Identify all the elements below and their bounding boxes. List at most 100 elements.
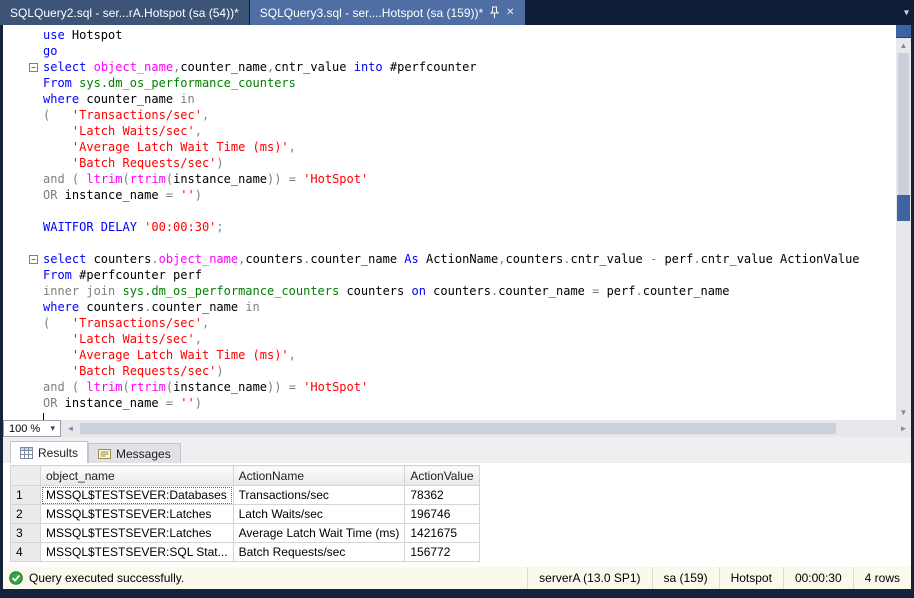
code-line[interactable]: [3, 411, 896, 420]
code-line[interactable]: 'Latch Waits/sec',: [3, 123, 896, 139]
grid-cell[interactable]: 156772: [405, 543, 480, 562]
grid-column-header-actionvalue[interactable]: ActionValue: [405, 466, 480, 486]
tab-results[interactable]: Results: [10, 441, 88, 463]
vscroll-thumb[interactable]: [898, 53, 909, 195]
scroll-right-icon[interactable]: ►: [896, 420, 911, 437]
code-line[interactable]: where counter_name in: [3, 91, 896, 107]
grid-corner-cell[interactable]: [11, 466, 41, 486]
hscroll-thumb[interactable]: [80, 423, 836, 434]
grid-row: 4MSSQL$TESTSEVER:SQL Stat...Batch Reques…: [11, 543, 480, 562]
grid-cell[interactable]: MSSQL$TESTSEVER:Databases: [41, 486, 234, 505]
code-line[interactable]: −select object_name,counter_name,cntr_va…: [3, 59, 896, 75]
code-line[interactable]: inner join sys.dm_os_performance_counter…: [3, 283, 896, 299]
fold-gutter: [3, 171, 43, 187]
splitter-handle-icon[interactable]: [896, 25, 911, 38]
sql-editor: use Hotspotgo−select object_name,counter…: [3, 25, 911, 420]
grid-row: 2MSSQL$TESTSEVER:LatchesLatch Waits/sec1…: [11, 505, 480, 524]
code-line[interactable]: ( 'Transactions/sec',: [3, 315, 896, 331]
fold-gutter: [3, 299, 43, 315]
code-line[interactable]: [3, 235, 896, 251]
tab-list-dropdown-icon[interactable]: ▾: [904, 7, 909, 18]
grid-cell[interactable]: Latch Waits/sec: [233, 505, 405, 524]
grid-cell[interactable]: 78362: [405, 486, 480, 505]
zoom-select[interactable]: 100 % ▾: [3, 420, 61, 437]
ssms-window: SQLQuery2.sql - ser...rA.Hotspot (sa (54…: [0, 0, 914, 598]
grid-column-header-actionname[interactable]: ActionName: [233, 466, 405, 486]
fold-collapse-icon[interactable]: −: [3, 251, 43, 267]
grid-cell[interactable]: Average Latch Wait Time (ms): [233, 524, 405, 543]
status-message: Query executed successfully.: [29, 571, 184, 585]
tab-label: SQLQuery2.sql - ser...rA.Hotspot (sa (54…: [10, 6, 239, 20]
results-grid-area: object_nameActionNameActionValue1MSSQL$T…: [3, 463, 911, 567]
tab-messages[interactable]: Messages: [88, 443, 181, 463]
results-tab-strip: Results Messages: [3, 437, 911, 463]
editor-hscrollbar[interactable]: ◄ ►: [61, 420, 911, 437]
scroll-down-icon[interactable]: ▼: [896, 405, 911, 420]
code-line[interactable]: OR instance_name = ''): [3, 395, 896, 411]
code-line[interactable]: 'Average Latch Wait Time (ms)',: [3, 347, 896, 363]
fold-gutter: [3, 379, 43, 395]
zoom-dropdown-icon: ▾: [50, 423, 55, 434]
code-line[interactable]: From #perfcounter perf: [3, 267, 896, 283]
grid-cell[interactable]: MSSQL$TESTSEVER:Latches: [41, 505, 234, 524]
grid-cell[interactable]: MSSQL$TESTSEVER:SQL Stat...: [41, 543, 234, 562]
tab-sqlquery2[interactable]: SQLQuery2.sql - ser...rA.Hotspot (sa (54…: [0, 0, 249, 25]
code-line[interactable]: WAITFOR DELAY '00:00:30';: [3, 219, 896, 235]
grid-cell[interactable]: MSSQL$TESTSEVER:Latches: [41, 524, 234, 543]
fold-gutter: [3, 155, 43, 171]
status-user: sa (159): [652, 567, 719, 589]
fold-gutter: [3, 75, 43, 91]
row-number-cell[interactable]: 2: [11, 505, 41, 524]
row-number-cell[interactable]: 4: [11, 543, 41, 562]
fold-gutter: [3, 43, 43, 59]
code-line[interactable]: 'Latch Waits/sec',: [3, 331, 896, 347]
code-line[interactable]: 'Batch Requests/sec'): [3, 155, 896, 171]
code-line[interactable]: [3, 203, 896, 219]
scroll-up-icon[interactable]: ▲: [896, 38, 911, 53]
scroll-left-icon[interactable]: ◄: [63, 420, 78, 437]
messages-icon: [98, 448, 111, 460]
code-line[interactable]: go: [3, 43, 896, 59]
grid-cell[interactable]: 1421675: [405, 524, 480, 543]
fold-gutter: [3, 395, 43, 411]
code-line[interactable]: 'Average Latch Wait Time (ms)',: [3, 139, 896, 155]
grid-column-header-object_name[interactable]: object_name: [41, 466, 234, 486]
code-line[interactable]: ( 'Transactions/sec',: [3, 107, 896, 123]
fold-gutter: [3, 235, 43, 251]
close-icon[interactable]: ✕: [506, 8, 514, 18]
code-line[interactable]: From sys.dm_os_performance_counters: [3, 75, 896, 91]
row-number-cell[interactable]: 1: [11, 486, 41, 505]
fold-collapse-icon[interactable]: −: [3, 59, 43, 75]
query-statusbar: Query executed successfully. serverA (13…: [3, 567, 911, 589]
row-number-cell[interactable]: 3: [11, 524, 41, 543]
vscroll-marker: [897, 195, 910, 221]
results-grid-icon: [20, 447, 33, 459]
tab-sqlquery3[interactable]: SQLQuery3.sql - ser....Hotspot (sa (159)…: [250, 0, 525, 25]
grid-cell[interactable]: 196746: [405, 505, 480, 524]
fold-gutter: [3, 315, 43, 331]
fold-gutter: [3, 347, 43, 363]
grid-cell[interactable]: Batch Requests/sec: [233, 543, 405, 562]
grid-cell[interactable]: Transactions/sec: [233, 486, 405, 505]
fold-gutter: [3, 123, 43, 139]
results-grid: object_nameActionNameActionValue1MSSQL$T…: [10, 465, 480, 562]
fold-gutter: [3, 27, 43, 43]
code-line[interactable]: −select counters.object_name,counters.co…: [3, 251, 896, 267]
fold-gutter: [3, 283, 43, 299]
status-row-count: 4 rows: [853, 567, 911, 589]
window-bottom-frame: [0, 589, 914, 598]
code-line[interactable]: 'Batch Requests/sec'): [3, 363, 896, 379]
success-check-icon: [9, 571, 23, 585]
code-line[interactable]: and ( ltrim(rtrim(instance_name)) = 'Hot…: [3, 171, 896, 187]
fold-gutter: [3, 363, 43, 379]
editor-bottom-bar: 100 % ▾ ◄ ►: [3, 420, 911, 437]
code-line[interactable]: and ( ltrim(rtrim(instance_name)) = 'Hot…: [3, 379, 896, 395]
code-lines[interactable]: use Hotspotgo−select object_name,counter…: [3, 25, 896, 420]
pin-icon[interactable]: [490, 6, 499, 19]
code-line[interactable]: where counters.counter_name in: [3, 299, 896, 315]
text-caret: [43, 413, 44, 420]
code-line[interactable]: OR instance_name = ''): [3, 187, 896, 203]
code-line[interactable]: use Hotspot: [3, 27, 896, 43]
editor-vscrollbar[interactable]: ▲ ▼: [896, 25, 911, 420]
status-server: serverA (13.0 SP1): [527, 567, 651, 589]
